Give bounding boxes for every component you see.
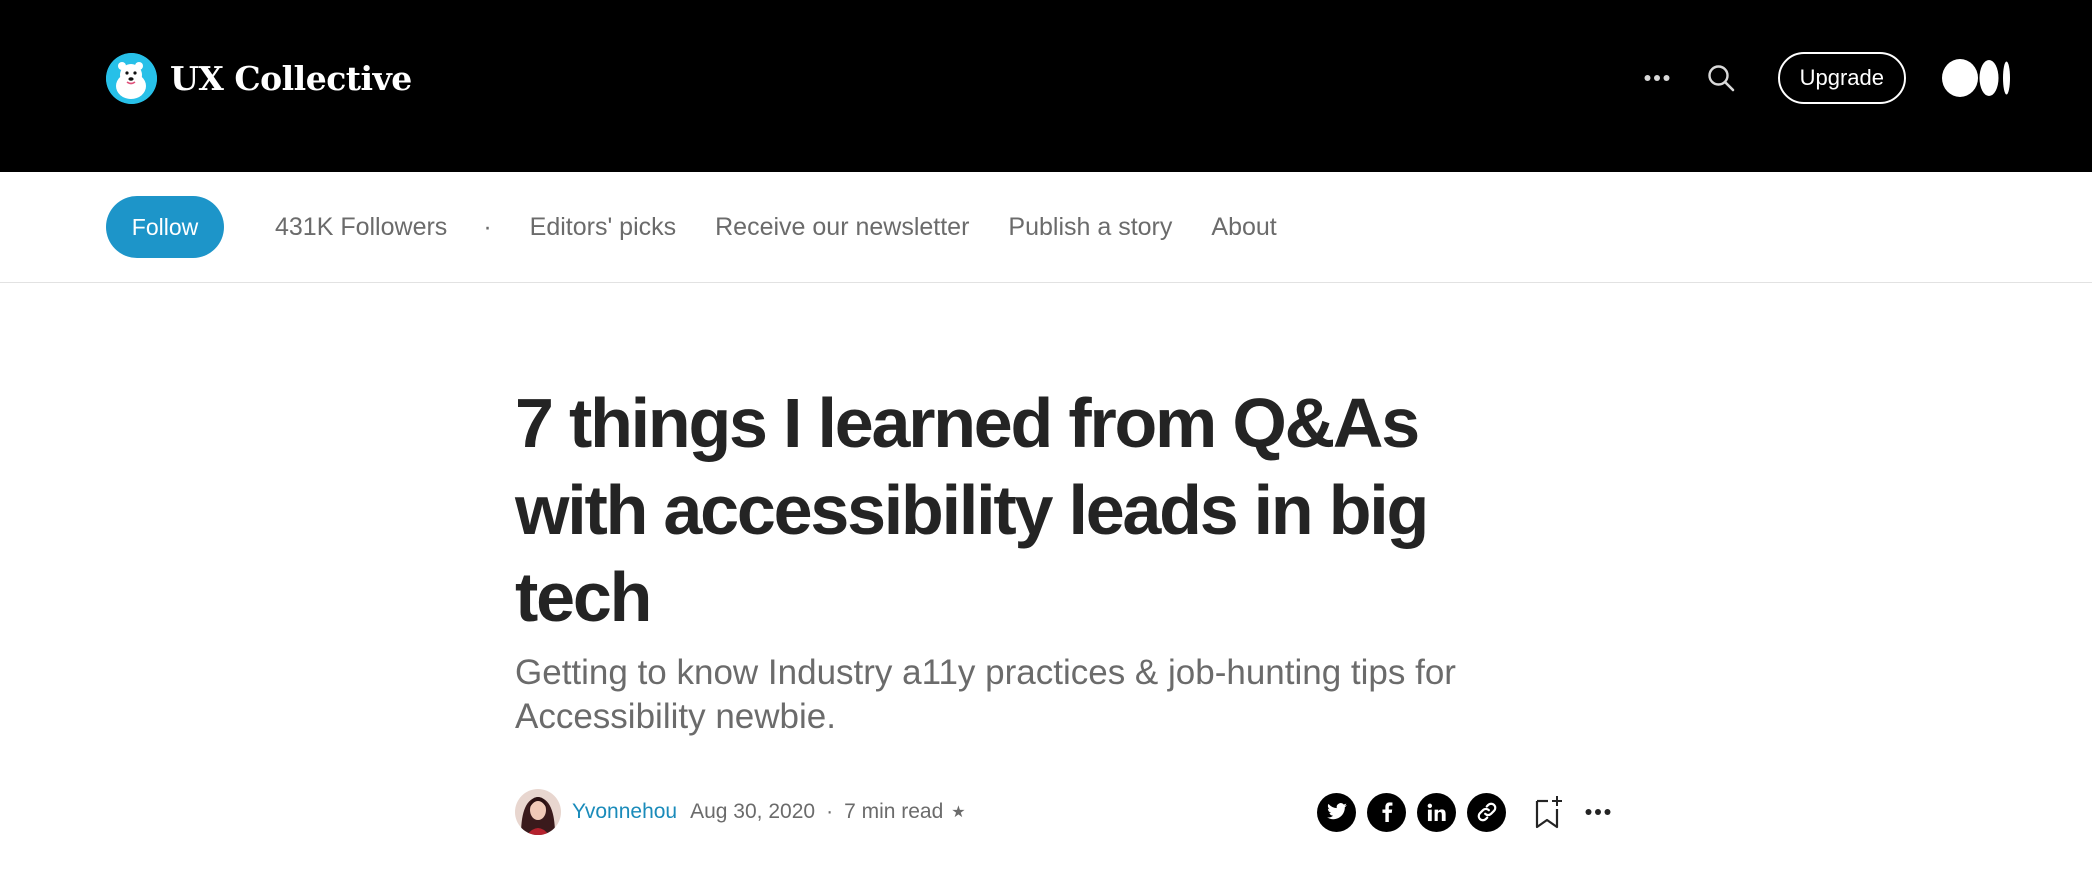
article-header: 7 things I learned from Q&As with access… (515, 380, 1615, 739)
upgrade-button[interactable]: Upgrade (1777, 52, 1906, 104)
publication-home-link[interactable]: UX Collective (106, 53, 412, 104)
publication-nav-items: 431K Followers · Editors' picks Receive … (275, 172, 1316, 282)
publish-date[interactable]: Aug 30, 2020 (690, 800, 815, 824)
article-more-options-icon[interactable] (1581, 795, 1615, 829)
nav-link-publish-story[interactable]: Publish a story (1008, 213, 1172, 242)
publication-nav: Follow 431K Followers · Editors' picks R… (0, 172, 2092, 283)
article-subtitle: Getting to know Industry a11y practices … (515, 653, 1456, 736)
article-title: 7 things I learned from Q&As with access… (515, 384, 1429, 636)
linkedin-icon[interactable] (1417, 792, 1456, 832)
read-time: 7 min read (844, 800, 944, 823)
facebook-icon[interactable] (1367, 792, 1406, 832)
nav-link-editors-picks[interactable]: Editors' picks (530, 213, 676, 242)
search-icon[interactable] (1704, 61, 1738, 95)
article-actions (1317, 791, 1615, 833)
separator-dot: · (483, 212, 492, 241)
follow-button[interactable]: Follow (106, 196, 224, 258)
top-navigation-bar: UX Collective Upgrade (0, 0, 2092, 172)
article-meta: Yvonnehou Aug 30, 2020 · 7 min read ★ (572, 787, 966, 837)
polar-bear-logo (106, 53, 157, 104)
meta-separator: · (826, 800, 834, 823)
copy-link-icon[interactable] (1467, 792, 1506, 832)
member-only-star-icon: ★ (951, 804, 966, 821)
bookmark-add-icon[interactable] (1532, 792, 1566, 832)
nav-link-newsletter[interactable]: Receive our newsletter (715, 213, 969, 242)
medium-logo-icon[interactable] (1942, 58, 2012, 98)
followers-count[interactable]: 431K Followers (275, 213, 447, 242)
nav-link-about[interactable]: About (1211, 213, 1276, 242)
twitter-icon[interactable] (1317, 792, 1356, 832)
author-avatar[interactable] (515, 789, 561, 835)
author-name-link[interactable]: Yvonnehou (572, 800, 677, 824)
more-options-icon[interactable] (1642, 63, 1672, 93)
article-byline: Yvonnehou Aug 30, 2020 · 7 min read ★ (515, 787, 1611, 837)
top-actions: Upgrade (1642, 52, 2012, 104)
publication-name: UX Collective (170, 59, 412, 98)
